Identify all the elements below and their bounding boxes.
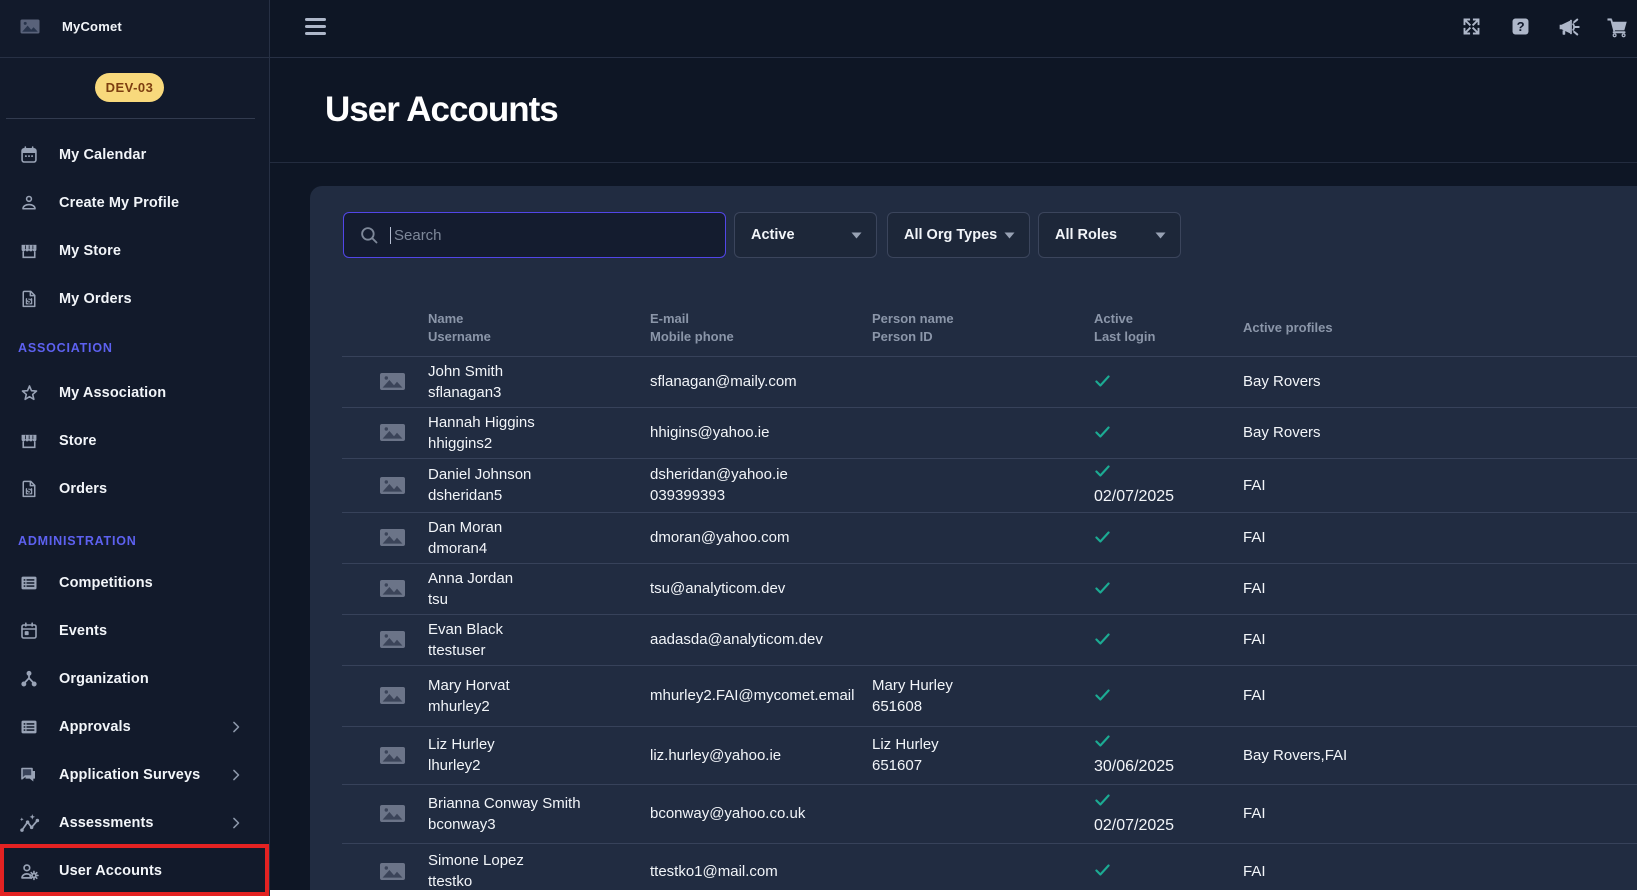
- svg-text:$: $: [27, 296, 32, 305]
- svg-text:?: ?: [1516, 19, 1524, 34]
- svg-text:$: $: [27, 486, 32, 495]
